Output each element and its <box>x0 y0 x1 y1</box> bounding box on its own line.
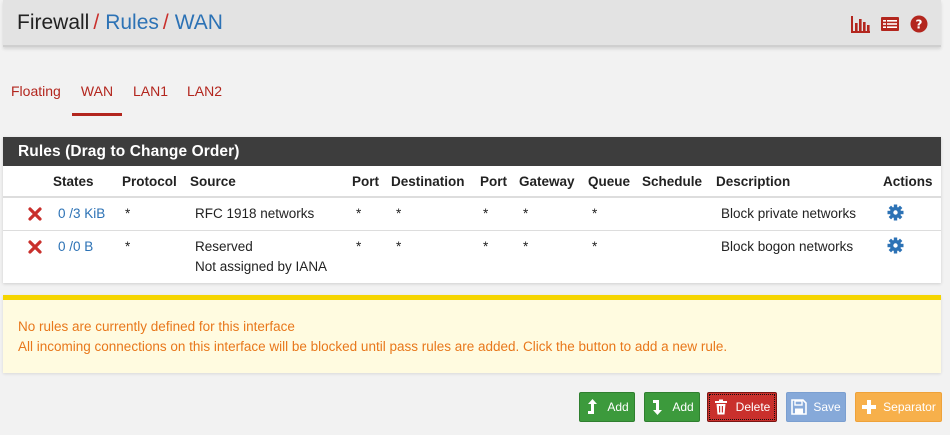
no-rules-notice: No rules are currently defined for this … <box>3 295 941 373</box>
svg-text:?: ? <box>916 18 923 32</box>
tab-floating[interactable]: Floating <box>11 82 61 116</box>
breadcrumb-rules-link[interactable]: Rules <box>105 11 159 34</box>
header-divider <box>3 196 941 198</box>
gateway-cell: * <box>523 239 529 254</box>
breadcrumb-separator: / <box>162 11 169 34</box>
queue-cell: * <box>592 206 598 221</box>
bar-chart-icon[interactable] <box>851 14 871 34</box>
save-button[interactable]: Save <box>786 392 846 422</box>
tab-label: LAN2 <box>187 83 223 99</box>
column-header-actions: Actions <box>883 174 933 189</box>
breadcrumb-firewall: Firewall <box>17 11 90 34</box>
breadcrumb-separator: / <box>93 11 100 34</box>
source-subtext: Not assigned by IANA <box>195 259 328 274</box>
column-header-source: Source <box>190 174 236 189</box>
tab-wan[interactable]: WAN <box>72 82 122 116</box>
states-link[interactable]: 0 /0 B <box>58 239 93 254</box>
gear-icon[interactable] <box>887 237 904 254</box>
breadcrumb: Firewall / Rules / WAN <box>17 11 223 35</box>
tab-label: WAN <box>80 83 114 99</box>
tab-label: LAN1 <box>133 83 169 99</box>
protocol-cell: * <box>125 206 131 221</box>
block-x-icon <box>28 207 42 221</box>
delete-label: Delete <box>735 400 771 414</box>
column-header-description: Description <box>716 174 791 189</box>
column-header-queue: Queue <box>588 174 631 189</box>
source-cell: Reserved <box>195 239 253 254</box>
row-divider <box>3 230 941 231</box>
save-icon <box>791 399 808 415</box>
notice-line-2: All incoming connections on this interfa… <box>18 339 728 354</box>
separator-label: Separator <box>883 400 936 414</box>
separator-button[interactable]: Separator <box>855 392 942 422</box>
source-cell: RFC 1918 networks <box>195 206 315 221</box>
column-header-gateway: Gateway <box>519 174 575 189</box>
column-header-port: Port <box>352 174 379 189</box>
arrow-up-icon <box>585 399 599 415</box>
column-header-protocol: Protocol <box>122 174 177 189</box>
add-top-label: Add <box>607 400 629 414</box>
tab-label: Floating <box>11 83 61 99</box>
delete-button[interactable]: Delete <box>707 392 777 422</box>
gateway-cell: * <box>523 206 529 221</box>
column-header-destination: Destination <box>391 174 465 189</box>
port-cell: * <box>356 239 362 254</box>
description-cell: Block private networks <box>721 206 857 221</box>
add-top-button[interactable]: Add <box>579 392 635 422</box>
tab-lan2[interactable]: LAN2 <box>187 82 222 116</box>
column-header-dest-port: Port <box>480 174 507 189</box>
rules-panel: Rules (Drag to Change Order) States Prot… <box>3 137 941 283</box>
list-icon[interactable] <box>880 14 900 34</box>
states-link[interactable]: 0 /3 KiB <box>58 206 105 221</box>
add-bottom-label: Add <box>672 400 694 414</box>
arrow-down-icon <box>650 399 664 415</box>
breadcrumb-wan-link[interactable]: WAN <box>175 11 223 34</box>
help-icon[interactable]: ? <box>909 14 929 34</box>
trash-icon <box>714 399 728 415</box>
header-icon-group: ? <box>851 14 929 34</box>
description-cell: Block bogon networks <box>721 239 854 254</box>
block-x-icon <box>28 240 42 254</box>
gear-icon[interactable] <box>887 204 904 221</box>
add-bottom-button[interactable]: Add <box>644 392 700 422</box>
destination-cell: * <box>396 206 402 221</box>
port-cell: * <box>356 206 362 221</box>
destination-cell: * <box>396 239 402 254</box>
save-label: Save <box>813 400 841 414</box>
page-header: Firewall / Rules / WAN ? <box>3 0 941 47</box>
plus-icon <box>861 399 877 415</box>
column-header-states: States <box>53 174 94 189</box>
panel-title: Rules (Drag to Change Order) <box>3 137 941 166</box>
column-header-schedule: Schedule <box>642 174 703 189</box>
tab-lan1[interactable]: LAN1 <box>133 82 168 116</box>
protocol-cell: * <box>125 239 131 254</box>
queue-cell: * <box>592 239 598 254</box>
notice-line-1: No rules are currently defined for this … <box>18 319 295 334</box>
dest-port-cell: * <box>483 239 489 254</box>
dest-port-cell: * <box>483 206 489 221</box>
